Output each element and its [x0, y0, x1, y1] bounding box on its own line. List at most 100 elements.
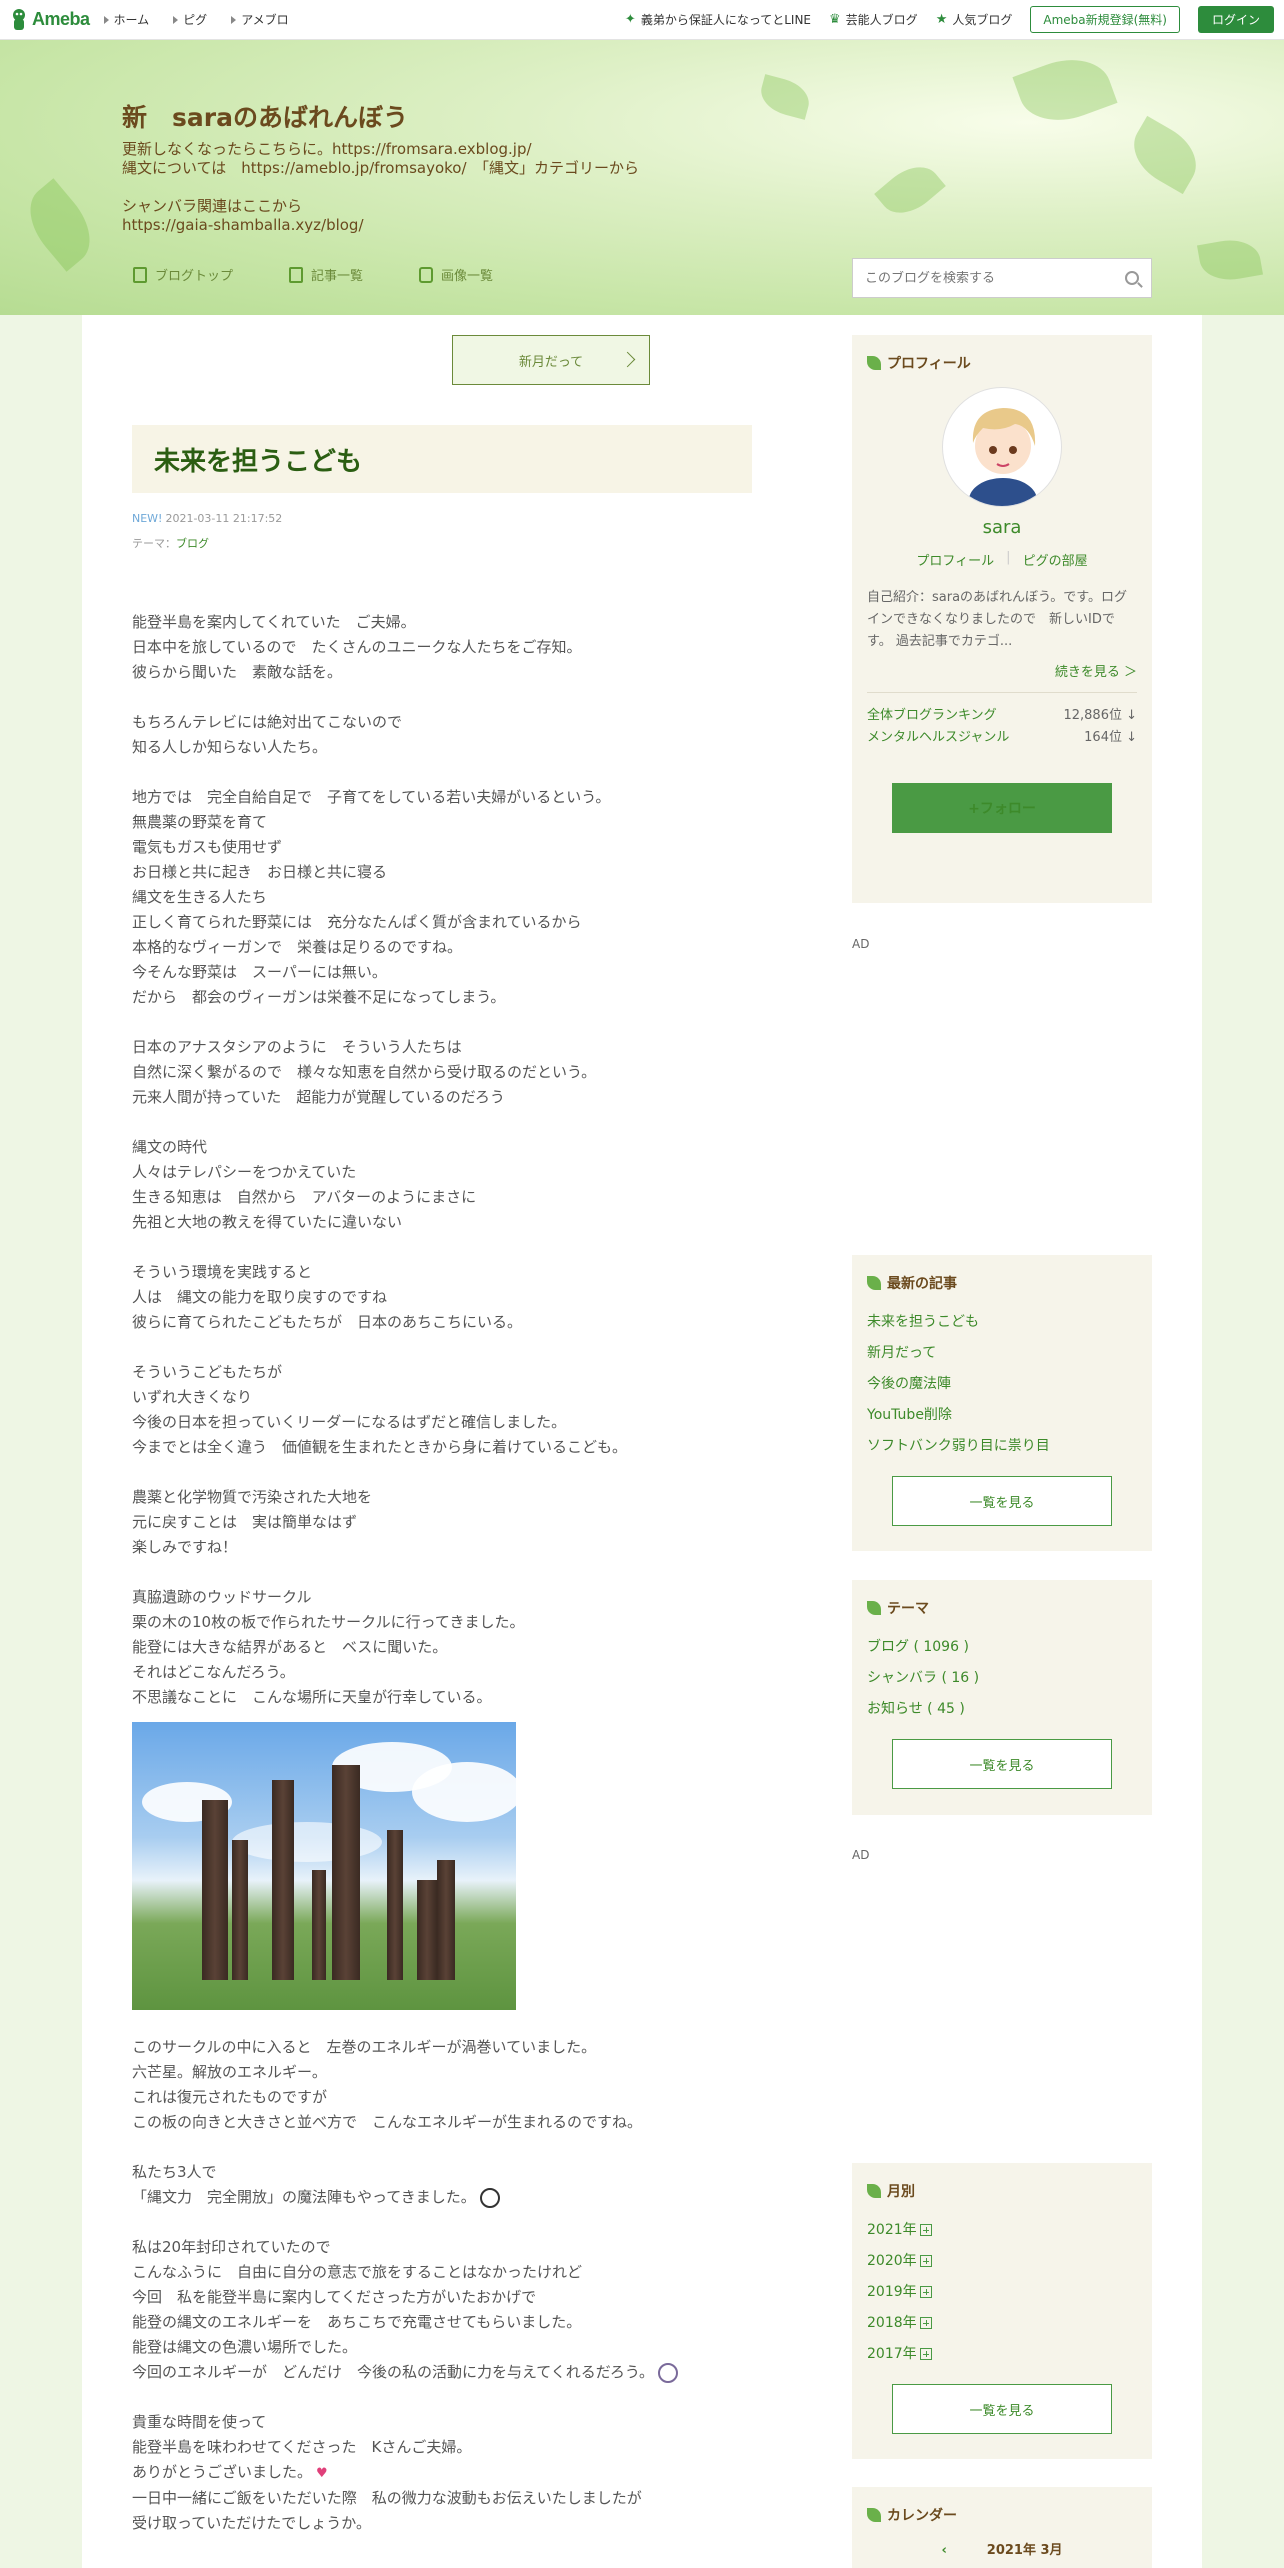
ameba-logo[interactable]: Ameba	[10, 8, 90, 32]
pigg-room-link[interactable]: ピグの部屋	[1023, 550, 1088, 569]
body-line	[132, 1335, 772, 1360]
avatar-illustration	[969, 408, 1037, 506]
nav-image-list[interactable]: 画像一覧	[419, 265, 493, 284]
search-input[interactable]	[865, 270, 1125, 286]
celebrity-blog-link[interactable]: ♛ 芸能人ブログ	[829, 11, 918, 28]
blog-desc-line: https://gaia-shamballa.xyz/blog/	[122, 216, 364, 234]
triangle-icon	[173, 15, 179, 24]
global-nav: ホーム ピグ アメブロ	[103, 11, 289, 28]
year-link[interactable]: 2018年	[867, 2315, 917, 2331]
overall-ranking-link[interactable]: 全体ブログランキング	[867, 705, 997, 727]
header-right-links: ✦ 義弟から保証人になってとLINE ♛ 芸能人ブログ ★ 人気ブログ Ameba新規…	[625, 6, 1274, 33]
blog-nav: ブログトップ 記事一覧 画像一覧	[133, 265, 493, 284]
body-line	[132, 2135, 772, 2160]
search-icon[interactable]	[1125, 271, 1139, 285]
body-line: これは復元されたものですが	[132, 2085, 772, 2110]
nav-home-label: ホーム	[113, 13, 150, 27]
expand-icon[interactable]	[919, 2317, 932, 2329]
nav-blog-top[interactable]: ブログトップ	[133, 265, 233, 284]
theme-item-link[interactable]: シャンバラ ( 16 )	[867, 1670, 979, 1686]
themes-see-all-button[interactable]: 一覧を見る	[892, 1739, 1112, 1789]
wood-post	[202, 1800, 228, 1980]
popular-blog-link[interactable]: ★ 人気ブログ	[936, 11, 1013, 28]
blog-desc-line: 更新しなくなったらこちらに。https://fromsara.exblog.jp…	[122, 140, 532, 158]
profile-name[interactable]: sara	[867, 517, 1137, 538]
recent-entry-link[interactable]: 新月だって	[867, 1345, 936, 1361]
themes-heading: テーマ	[867, 1598, 1137, 1618]
body-line-text: 栗の木の10枚の板で作られたサークルに行ってきました。	[132, 1613, 525, 1631]
year-link[interactable]: 2020年	[867, 2253, 917, 2269]
heart-emoji-icon: ♥	[316, 2466, 328, 2481]
expand-icon[interactable]	[919, 2224, 932, 2236]
body-line-text: 今回のエネルギーが どんだけ 今後の私の活動に力を与えてくれるだろう。	[132, 2363, 655, 2381]
recent-entry-link[interactable]: 今後の魔法陣	[867, 1376, 951, 1392]
monthly-heading: 月別	[867, 2181, 1137, 2201]
recent-entry-link[interactable]: YouTube削除	[867, 1407, 952, 1423]
nav-ameblo[interactable]: アメブロ	[231, 11, 289, 28]
recent-entry-link[interactable]: ソフトバンク弱り目に祟り目	[867, 1438, 1050, 1454]
body-line-text: 彼らから聞いた 素敵な話を。	[132, 663, 343, 681]
prev-month-icon[interactable]: ‹	[941, 2543, 946, 2558]
body-line-text: 私は20年封印されていたので	[132, 2238, 331, 2256]
profile-links: プロフィール | ピグの部屋	[867, 550, 1137, 569]
theme-link[interactable]: ブログ	[176, 537, 209, 550]
body-line-text: 人々はテレパシーをつかえていた	[132, 1163, 357, 1181]
follow-button[interactable]: +フォロー	[892, 783, 1112, 833]
recent-see-all-button[interactable]: 一覧を見る	[892, 1476, 1112, 1526]
body-line: 真脇遺跡のウッドサークル	[132, 1585, 772, 1610]
nav-home[interactable]: ホーム	[103, 11, 150, 28]
theme-item-link[interactable]: ブログ ( 1096 )	[867, 1639, 969, 1655]
monthly-see-all-button[interactable]: 一覧を見る	[892, 2384, 1112, 2434]
body-line-text: 真脇遺跡のウッドサークル	[132, 1588, 312, 1606]
nav-entry-list-label: 記事一覧	[311, 269, 364, 284]
main-container: 新月だって 未来を担うこども NEW! 2021-03-11 21:17:52 テ…	[82, 315, 1202, 2568]
avatar[interactable]	[942, 387, 1062, 507]
body-line-text: 本格的なヴィーガンで 栄養は足りるのですね。	[132, 938, 463, 956]
body-line: 私たち3人で	[132, 2160, 772, 2185]
list-item: 2017年	[867, 2339, 1137, 2370]
list-item: 2018年	[867, 2308, 1137, 2339]
nav-entry-list[interactable]: 記事一覧	[289, 265, 363, 284]
body-line	[132, 685, 772, 710]
recent-entry-link[interactable]: 未来を担うこども	[867, 1314, 979, 1330]
genre-ranking-value: 164位 ↓	[1084, 730, 1137, 745]
body-line-text: 日本中を旅しているので たくさんのユニークな人たちをご存知。	[132, 638, 582, 656]
genre-ranking-link[interactable]: メンタルヘルスジャンル	[867, 727, 1009, 749]
calendar-month-label: 2021年 3月	[986, 2543, 1063, 2558]
expand-icon[interactable]	[919, 2348, 932, 2360]
login-button[interactable]: ログイン	[1197, 6, 1274, 33]
blog-title[interactable]: 新 saraのあばれんぼう	[122, 98, 408, 134]
body-line-text: 能登は縄文の色濃い場所でした。	[132, 2338, 358, 2356]
year-link[interactable]: 2021年	[867, 2222, 917, 2238]
nav-pigg[interactable]: ピグ	[173, 11, 207, 28]
ameba-logo-text: Ameba	[32, 9, 90, 29]
wood-circle-photo[interactable]	[132, 1722, 516, 2010]
body-line-text: 六芒星。解放のエネルギー。	[132, 2063, 327, 2081]
body-line-text: そういう環境を実践すると	[132, 1263, 313, 1281]
body-line: 私は20年封印されていたので	[132, 2235, 772, 2260]
body-line-text: 彼らに育てられたこどもたちが 日本のあちこちにいる。	[132, 1313, 523, 1331]
body-line: 楽しみですね！	[132, 1535, 772, 1560]
body-line: だから 都会のヴィーガンは栄養不足になってしまう。	[132, 985, 772, 1010]
next-entry-button[interactable]: 新月だって	[452, 335, 650, 385]
profile-more-link[interactable]: 続きを見る ＞	[1055, 665, 1137, 680]
entry-meta: NEW! 2021-03-11 21:17:52	[132, 512, 282, 525]
year-link[interactable]: 2019年	[867, 2284, 917, 2300]
year-link[interactable]: 2017年	[867, 2346, 917, 2362]
expand-icon[interactable]	[919, 2255, 932, 2267]
entry-body: 能登半島を案内してくれていた ご夫婦。 日本中を旅しているので たくさんのユニーク…	[132, 610, 772, 2536]
expand-icon[interactable]	[919, 2286, 932, 2298]
rank-row: 全体ブログランキング 12,886位 ↓	[867, 705, 1137, 727]
body-line	[132, 1235, 772, 1260]
body-line: 能登には大きな結界があると ベスに聞いた。	[132, 1635, 772, 1660]
monthly-list: 2021年 2020年 2019年 2018年 2017年	[867, 2215, 1137, 2370]
register-button[interactable]: Ameba新規登録(無料)	[1030, 6, 1180, 33]
rank-row: メンタルヘルスジャンル 164位 ↓	[867, 727, 1137, 749]
entry-title[interactable]: 未来を担うこども	[154, 441, 362, 478]
body-line-text: 受け取っていただけたでしょうか。	[132, 2514, 371, 2532]
profile-link[interactable]: プロフィール	[916, 550, 994, 569]
leaf-decoration	[874, 155, 946, 225]
wood-post	[437, 1860, 455, 1980]
trending-link-line[interactable]: ✦ 義弟から保証人になってとLINE	[625, 11, 811, 28]
theme-item-link[interactable]: お知らせ ( 45 )	[867, 1701, 965, 1717]
